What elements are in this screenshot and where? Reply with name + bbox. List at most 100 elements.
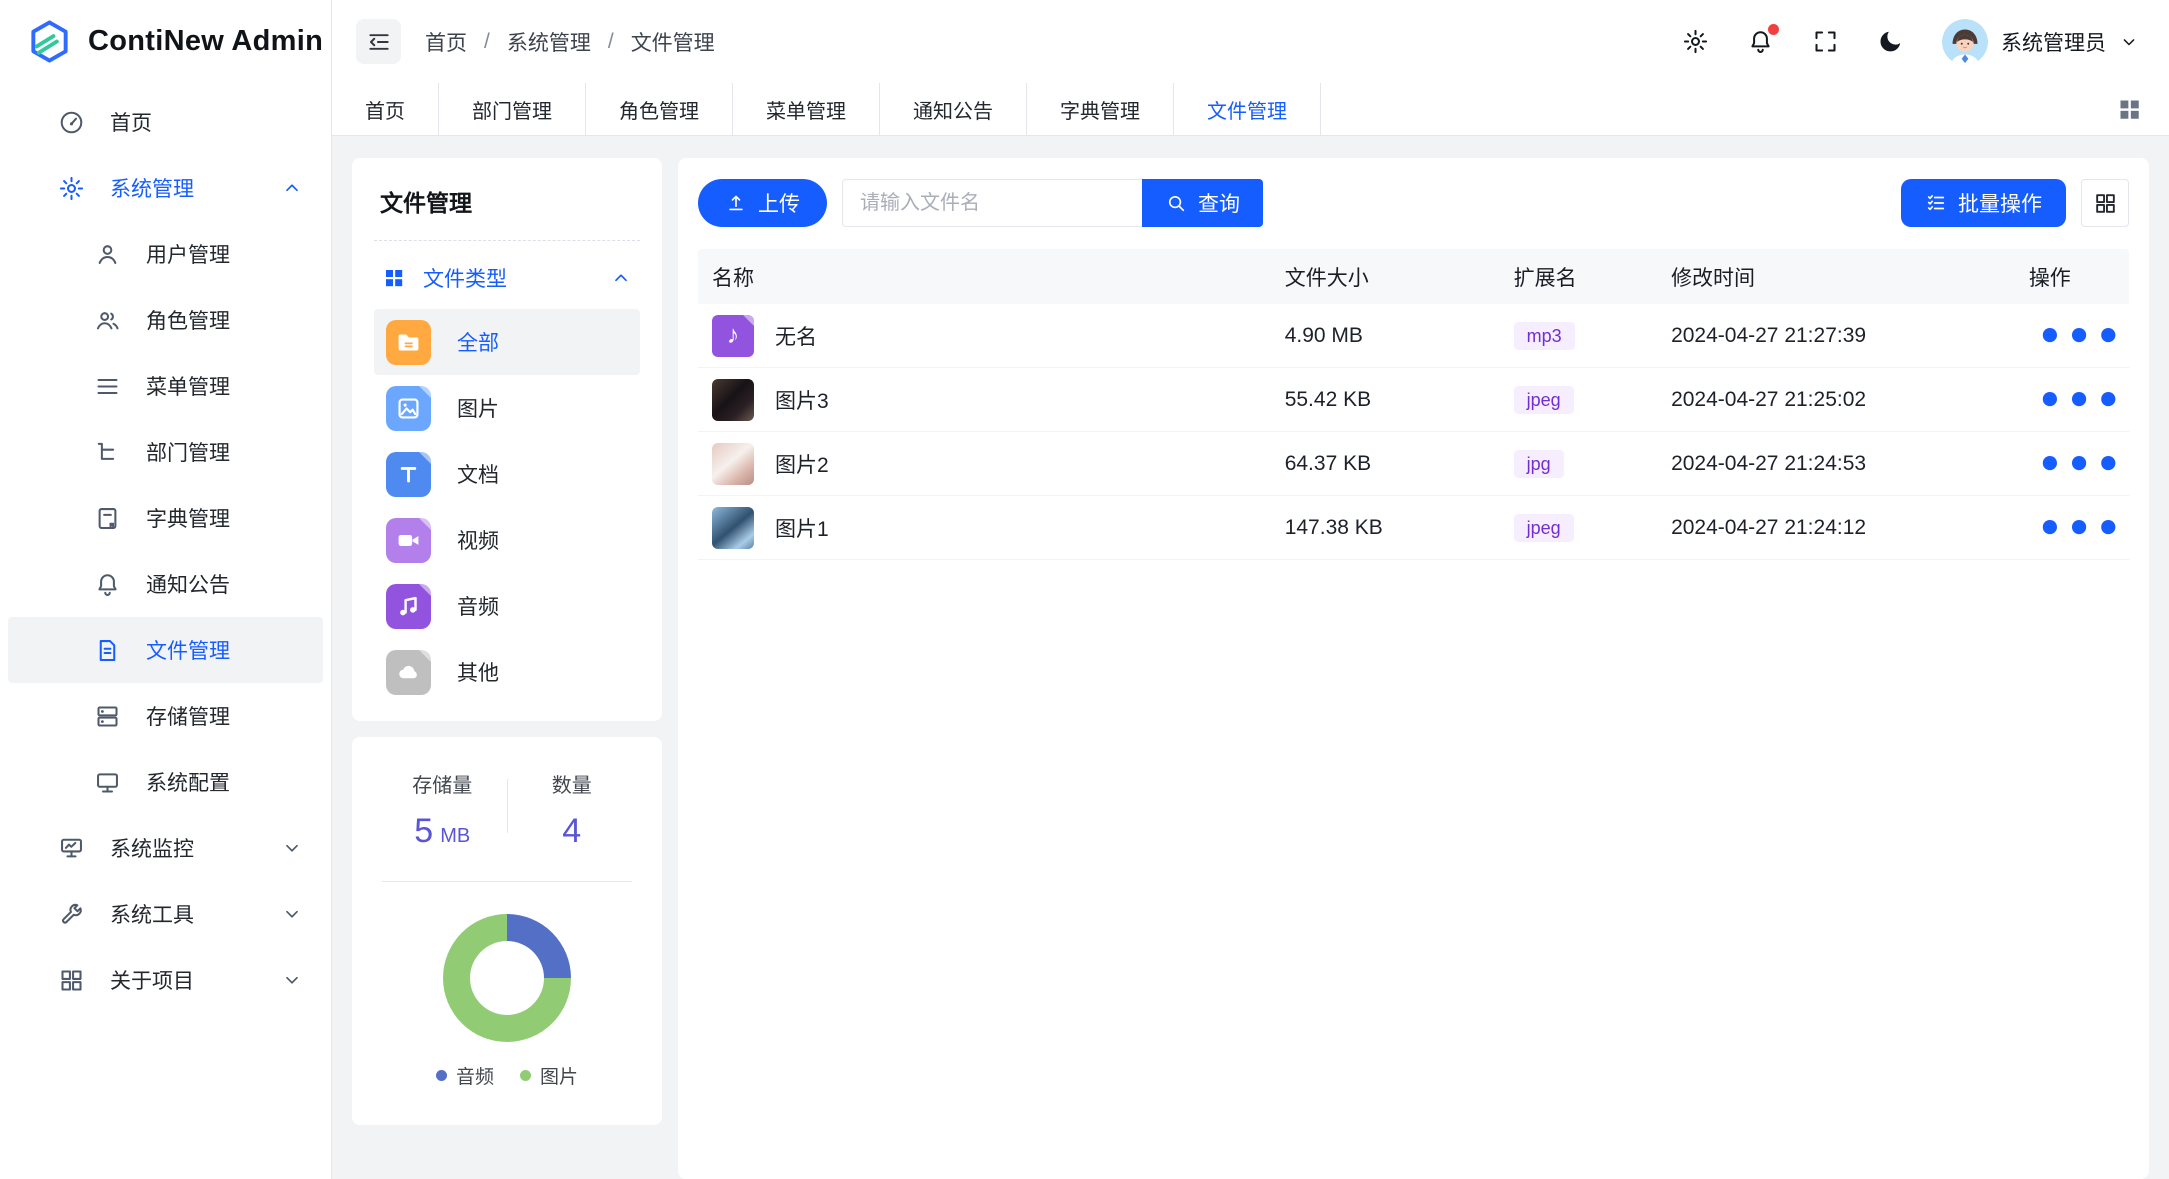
app-logo-icon [26,18,73,65]
page-tab[interactable]: 字典管理 [1027,83,1174,135]
sidebar-item[interactable]: 用户管理 [8,221,323,287]
tabbar-actions [2116,83,2169,135]
sidebar-item-chevron-icon [281,639,303,661]
tab-list-grid-icon[interactable] [2116,96,2143,123]
header-actions: 系统管理员 [1682,19,2139,65]
sidebar-item[interactable]: 首页 [8,89,323,155]
search-icon [1165,192,1187,214]
breadcrumb-item[interactable]: 系统管理 [507,27,591,57]
sidebar-item[interactable]: 系统配置 [8,749,323,815]
sidebar-item-icon [58,901,85,928]
sidebar-item-label: 部门管理 [146,437,256,467]
sidebar-item[interactable]: 部门管理 [8,419,323,485]
file-type-item[interactable]: 文档 [374,441,640,507]
fullscreen-icon[interactable] [1812,28,1839,55]
legend-dot [436,1070,447,1081]
sidebar-item[interactable]: 文件管理 [8,617,323,683]
file-type-item[interactable]: 音频 [374,573,640,639]
sidebar-item-icon [58,967,85,994]
dark-mode-moon-icon[interactable] [1877,28,1904,55]
page-tab[interactable]: 菜单管理 [733,83,880,135]
storage-stats-panel: 存储量 5MB 数量 4 [352,737,662,1125]
view-mode-toggle-button[interactable] [2081,179,2129,227]
file-type-item[interactable]: 视频 [374,507,640,573]
sidebar-item[interactable]: 通知公告 [8,551,323,617]
query-button-label: 查询 [1198,188,1240,218]
file-name: 图片1 [775,513,829,543]
file-size: 64.37 KB [1285,452,1514,476]
page-tab[interactable]: 文件管理 [1174,83,1321,135]
sidebar-item-label: 系统监控 [110,833,256,863]
grid-view-icon [2093,191,2118,216]
file-type-icon [386,320,431,365]
table-row[interactable]: 无名 4.90 MB mp3 2024-04-27 21:27:39 [698,304,2129,368]
legend-label: 图片 [540,1062,578,1089]
file-type-icon [386,650,431,695]
left-column: 文件管理 文件类型 全部 [352,158,662,1179]
horizontal-divider [382,881,632,882]
page-tab[interactable]: 首页 [332,83,439,135]
table-row[interactable]: 图片2 64.37 KB jpg 2024-04-27 21:24:53 [698,432,2129,496]
row-actions-ellipsis-icon[interactable] [2029,477,2129,577]
logo[interactable]: ContiNew Admin [0,0,331,83]
user-name: 系统管理员 [2001,27,2106,57]
search-input[interactable] [842,179,1142,227]
sidebar-item-icon [58,835,85,862]
file-type-item[interactable]: 图片 [374,375,640,441]
file-type-label: 其他 [457,657,499,687]
breadcrumb-item[interactable]: 首页 [425,27,467,57]
sidebar-item-chevron-icon [281,705,303,727]
sidebar-item[interactable]: 菜单管理 [8,353,323,419]
page-tab-label: 部门管理 [472,95,552,124]
sidebar-item[interactable]: 系统管理 [8,155,323,221]
legend-dot [520,1070,531,1081]
checklist-icon [1925,192,1947,214]
ext-tag: mp3 [1514,322,1575,350]
sidebar-item-icon [94,637,121,664]
file-type-group-toggle[interactable]: 文件类型 [374,241,640,309]
avatar [1942,19,1988,65]
sidebar-item[interactable]: 角色管理 [8,287,323,353]
page-tab-label: 首页 [365,95,405,124]
sidebar-item-icon [58,109,85,136]
donut-chart [443,914,571,1042]
sidebar-item-chevron-icon [281,309,303,331]
content-area: 文件管理 文件类型 全部 [332,136,2169,1179]
file-type-label: 文档 [457,459,499,489]
breadcrumb-separator: / [484,30,490,54]
column-header-modified: 修改时间 [1671,262,2029,292]
sidebar-item-chevron-icon [281,441,303,463]
upload-button-label: 上传 [758,188,800,218]
breadcrumb-item[interactable]: 文件管理 [631,27,715,57]
page-tab-label: 菜单管理 [766,95,846,124]
sidebar-item[interactable]: 字典管理 [8,485,323,551]
sidebar-item[interactable]: 系统工具 [8,881,323,947]
sidebar-item-label: 系统工具 [110,899,256,929]
upload-icon [725,192,747,214]
sidebar-item[interactable]: 系统监控 [8,815,323,881]
sidebar-item-icon [94,307,121,334]
sidebar-collapse-button[interactable] [356,19,401,64]
file-type-item[interactable]: 其他 [374,639,640,705]
sidebar-item-chevron-icon [281,177,303,199]
sidebar-item[interactable]: 存储管理 [8,683,323,749]
file-type-item[interactable]: 全部 [374,309,640,375]
sidebar: ContiNew Admin 首页 系统管理 用户管理 [0,0,332,1179]
upload-button[interactable]: 上传 [698,179,827,227]
batch-operation-button[interactable]: 批量操作 [1901,179,2066,227]
user-menu[interactable]: 系统管理员 [1942,19,2139,65]
settings-gear-icon[interactable] [1682,28,1709,55]
table-row[interactable]: 图片1 147.38 KB jpeg 2024-04-27 21:24:12 [698,496,2129,560]
sidebar-item-icon [94,769,121,796]
toolbar: 上传 查询 批量操作 [698,179,2129,227]
sidebar-item[interactable]: 关于项目 [8,947,323,1013]
page-tab[interactable]: 部门管理 [439,83,586,135]
modified-time: 2024-04-27 21:25:02 [1671,388,2029,412]
notifications-bell-icon[interactable] [1747,28,1774,55]
query-button[interactable]: 查询 [1142,179,1263,227]
table-row[interactable]: 图片3 55.42 KB jpeg 2024-04-27 21:25:02 [698,368,2129,432]
modified-time: 2024-04-27 21:24:53 [1671,452,2029,476]
sidebar-item-label: 系统管理 [110,173,256,203]
page-tab[interactable]: 通知公告 [880,83,1027,135]
page-tab[interactable]: 角色管理 [586,83,733,135]
